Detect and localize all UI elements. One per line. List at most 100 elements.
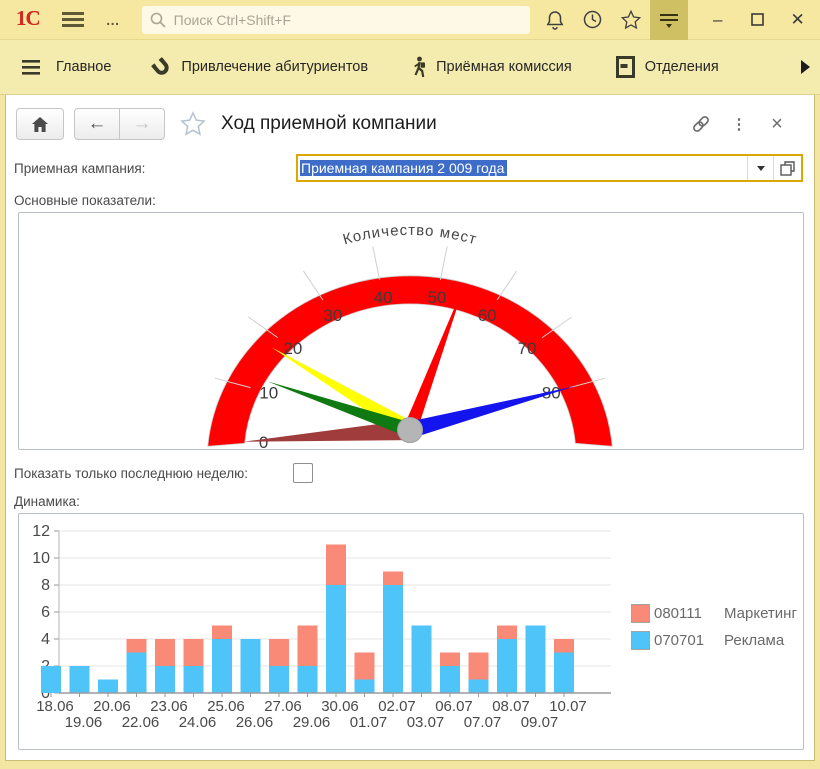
dynamics-label: Динамика: [14,494,814,509]
svg-text:18.06: 18.06 [36,698,74,715]
navigation-buttons: ← → [74,108,165,140]
functions-icon [659,11,679,29]
window-frame-right [814,95,815,761]
star-icon [620,9,642,31]
main-menu-icon[interactable] [62,12,84,27]
svg-text:06.07: 06.07 [435,698,473,715]
app-window: 1С … [0,0,820,769]
campaign-label: Приемная кампания: [14,161,145,176]
svg-text:10: 10 [259,383,278,402]
forward-arrow-icon: → [133,113,152,135]
form-content: ← → Ход приемной компании [6,95,814,760]
svg-text:40: 40 [374,288,393,307]
week-checkbox-label: Показать только последнюю неделю: [14,466,248,481]
svg-text:02.07: 02.07 [378,698,416,715]
campaign-field-row: Приемная кампания: Приемная кампания 2 0… [14,153,804,183]
svg-text:12: 12 [32,523,50,540]
svg-text:30: 30 [323,306,342,325]
forward-button[interactable]: → [120,108,165,140]
more-sections-chevron[interactable] [801,60,810,74]
menu-icon [22,60,40,75]
walking-person-icon [412,56,426,78]
search-input[interactable] [172,11,522,29]
star-outline-icon [179,110,207,138]
menu-item-departments[interactable]: Отделения [616,56,719,78]
top-bar: 1С … [0,0,820,40]
menu-item-attraction[interactable]: Привлечение абитуриентов [151,57,368,77]
maximize-icon [751,13,764,26]
minimize-button[interactable]: – [698,0,738,40]
more-actions-button[interactable]: ⋮ [726,111,752,137]
maximize-button[interactable] [738,0,778,40]
history-clock-icon [582,9,603,30]
gauge-panel: Количество мест01020304050607080 [18,212,804,450]
svg-text:29.06: 29.06 [293,714,331,731]
svg-text:8: 8 [41,577,50,594]
campaign-selected-text: Приемная кампания 2 009 года [300,160,507,176]
functions-menu-button[interactable] [650,0,688,40]
svg-text:70: 70 [518,339,537,358]
svg-text:4: 4 [41,631,50,648]
close-form-button[interactable]: × [764,111,790,137]
svg-text:20.06: 20.06 [93,698,131,715]
week-checkbox[interactable] [293,463,313,483]
campaign-dropdown-button[interactable] [747,156,773,180]
favorites-button[interactable] [612,0,650,40]
chart-legend: 080111 Маркетинг 070701 Реклама [631,600,797,654]
svg-text:19.06: 19.06 [65,714,103,731]
sections-panel: Главное Привлечение абитуриентов Приёмна… [0,40,820,95]
svg-text:27.06: 27.06 [264,698,302,715]
svg-text:09.07: 09.07 [521,714,559,731]
svg-text:50: 50 [427,288,446,307]
legend-item-marketing: 080111 Маркетинг [631,600,797,627]
back-button[interactable]: ← [74,108,120,140]
svg-text:07.07: 07.07 [464,714,502,731]
campaign-input[interactable]: Приемная кампания 2 009 года [296,154,803,182]
svg-text:23.06: 23.06 [150,698,188,715]
menu-item-main[interactable]: Главное [56,59,111,75]
close-window-button[interactable]: ✕ [778,0,818,40]
add-to-favorites-star[interactable] [179,110,207,138]
svg-text:22.06: 22.06 [122,714,160,731]
back-arrow-icon: ← [88,113,107,135]
page-title: Ход приемной компании [221,113,437,135]
chevron-down-icon [757,166,765,171]
svg-text:10.07: 10.07 [549,698,587,715]
svg-text:01.07: 01.07 [350,714,388,731]
menu-item-admission-committee[interactable]: Приёмная комиссия [412,56,572,78]
svg-text:60: 60 [478,306,497,325]
home-icon [31,116,49,133]
dynamics-panel: 02468101218.0619.0620.0622.0623.0624.062… [18,513,804,750]
svg-text:03.07: 03.07 [407,714,445,731]
magnet-icon [151,57,171,77]
legend-swatch-marketing [631,604,650,623]
search-icon [150,12,166,28]
history-button[interactable] [574,0,612,40]
journal-icon [616,56,635,78]
week-filter-row: Показать только последнюю неделю: [14,462,814,484]
svg-text:10: 10 [32,550,50,567]
open-in-form-icon [780,161,795,176]
more-apps-button[interactable]: … [106,12,122,28]
svg-text:6: 6 [41,604,50,621]
svg-text:30.06: 30.06 [321,698,359,715]
home-button[interactable] [16,108,64,140]
bell-icon [545,10,565,30]
sections-menu-button[interactable] [22,60,40,75]
link-icon [690,113,712,135]
svg-text:26.06: 26.06 [236,714,274,731]
global-search[interactable] [142,6,530,34]
legend-swatch-advertising [631,631,650,650]
gauge-chart: Количество мест01020304050607080 [19,213,803,449]
1c-logo: 1С [16,6,40,31]
form-title-bar: ← → Ход приемной компании [16,103,804,145]
svg-text:25.06: 25.06 [207,698,245,715]
notifications-button[interactable] [536,0,574,40]
svg-text:08.07: 08.07 [492,698,530,715]
legend-item-advertising: 070701 Реклама [631,627,797,654]
get-link-button[interactable] [688,111,714,137]
svg-text:Количество мест: Количество мест [341,222,479,248]
indicators-label: Основные показатели: [14,193,814,208]
campaign-open-button[interactable] [773,156,801,180]
svg-text:24.06: 24.06 [179,714,217,731]
